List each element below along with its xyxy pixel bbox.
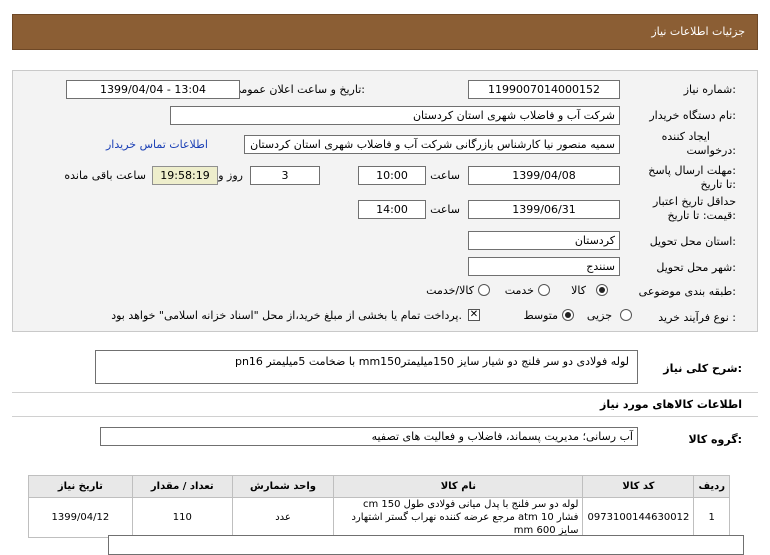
col-name: نام کالا (333, 475, 584, 498)
page-title: جزئیات اطلاعات نیاز (651, 25, 745, 38)
validity-time-label: ساعت (430, 203, 460, 216)
creator-label-2: درخواست: (686, 144, 737, 157)
col-unit: واحد شمارش (231, 475, 335, 498)
category-radio-goods[interactable] (596, 284, 608, 296)
creator-label-1: ایجاد کننده (661, 130, 710, 143)
announce-label: تاریخ و ساعت اعلان عمومی: (232, 83, 365, 96)
goods-group-label: گروه کالا: (688, 433, 742, 446)
col-row: ردیف (693, 475, 730, 498)
category-option-service: خدمت (504, 284, 534, 297)
city-field: سنندج (468, 257, 620, 276)
buyer-contact-link[interactable]: اطلاعات تماس خریدار (106, 138, 208, 151)
col-date: تاریخ نیاز (28, 475, 133, 498)
creator-field: سمیه منصور نیا کارشناس بازرگانی شرکت آب … (244, 135, 620, 154)
page-header: جزئیات اطلاعات نیاز (12, 14, 758, 50)
payment-note: پرداخت تمام یا بخشی از مبلغ خرید،از محل … (111, 309, 462, 322)
treasury-payment-checkbox[interactable]: ✕ (468, 309, 480, 321)
divider-2 (12, 416, 758, 417)
deadline-label-2: تا تاریخ: (700, 178, 736, 191)
days-field: 3 (250, 166, 320, 185)
category-label: طبقه بندی موضوعی: (638, 285, 736, 298)
cell-name: لوله دو سر فلنج با پدل میانی فولادی طول … (333, 497, 584, 538)
deadline-time-field: 10:00 (358, 166, 426, 185)
deadline-time-label: ساعت (430, 169, 460, 182)
goods-group-field: آب رسانی؛ مدیریت پسماند، فاضلاب و فعالیت… (100, 427, 638, 446)
process-option-medium: متوسط (523, 309, 558, 322)
table-row: 1 0973100144630012 لوله دو سر فلنج با پد… (28, 497, 730, 538)
goods-table: ردیف کد کالا نام کالا واحد شمارش تعداد /… (28, 475, 730, 538)
category-radio-service[interactable] (538, 284, 550, 296)
table-header-row: ردیف کد کالا نام کالا واحد شمارش تعداد /… (28, 475, 730, 498)
process-option-minor: جزیی (586, 309, 612, 322)
need-number-field: 1199007014000152 (468, 80, 620, 99)
description-text: لوله فولادی دو سر فلنج دو شیار سایز 150م… (95, 350, 638, 384)
cell-row: 1 (693, 497, 730, 538)
remaining-label: ساعت باقی مانده (64, 169, 146, 182)
days-label: روز و (218, 169, 243, 182)
buyer-label: نام دستگاه خریدار: (649, 109, 736, 122)
buyer-notes-box (108, 535, 744, 555)
province-label: استان محل تحویل: (649, 235, 736, 248)
divider-1 (12, 392, 758, 393)
deadline-date-field: 1399/04/08 (468, 166, 620, 185)
process-radio-medium[interactable] (562, 309, 574, 321)
remaining-time-field: 19:58:19 (152, 166, 218, 185)
cell-unit: عدد (231, 497, 335, 538)
process-radio-minor[interactable] (620, 309, 632, 321)
category-radio-goods-service[interactable] (478, 284, 490, 296)
validity-label-1: حداقل تاریخ اعتبار (652, 195, 736, 208)
cell-date: 1399/04/12 (28, 497, 133, 538)
category-option-goods-service: کالا/خدمت (426, 284, 474, 297)
cell-qty: 110 (131, 497, 233, 538)
province-field: کردستان (468, 231, 620, 250)
col-qty: تعداد / مقدار (131, 475, 233, 498)
deadline-label-1: مهلت ارسال پاسخ: (648, 164, 736, 177)
need-number-label: شماره نیاز: (683, 83, 736, 96)
cell-code: 0973100144630012 (582, 497, 695, 538)
buyer-field: شرکت آب و فاضلاب شهری استان کردستان (170, 106, 620, 125)
validity-label-2: قیمت: تا تاریخ: (667, 209, 736, 222)
category-option-goods: کالا (571, 284, 586, 297)
col-code: کد کالا (582, 475, 695, 498)
description-label: شرح کلی نیاز: (663, 362, 742, 375)
validity-time-field: 14:00 (358, 200, 426, 219)
city-label: شهر محل تحویل: (656, 261, 736, 274)
process-label: نوع فرآیند خرید : (658, 311, 736, 324)
announce-field: 1399/04/04 - 13:04 (66, 80, 240, 99)
goods-section-title: اطلاعات کالاهای مورد نیاز (600, 398, 742, 411)
validity-date-field: 1399/06/31 (468, 200, 620, 219)
